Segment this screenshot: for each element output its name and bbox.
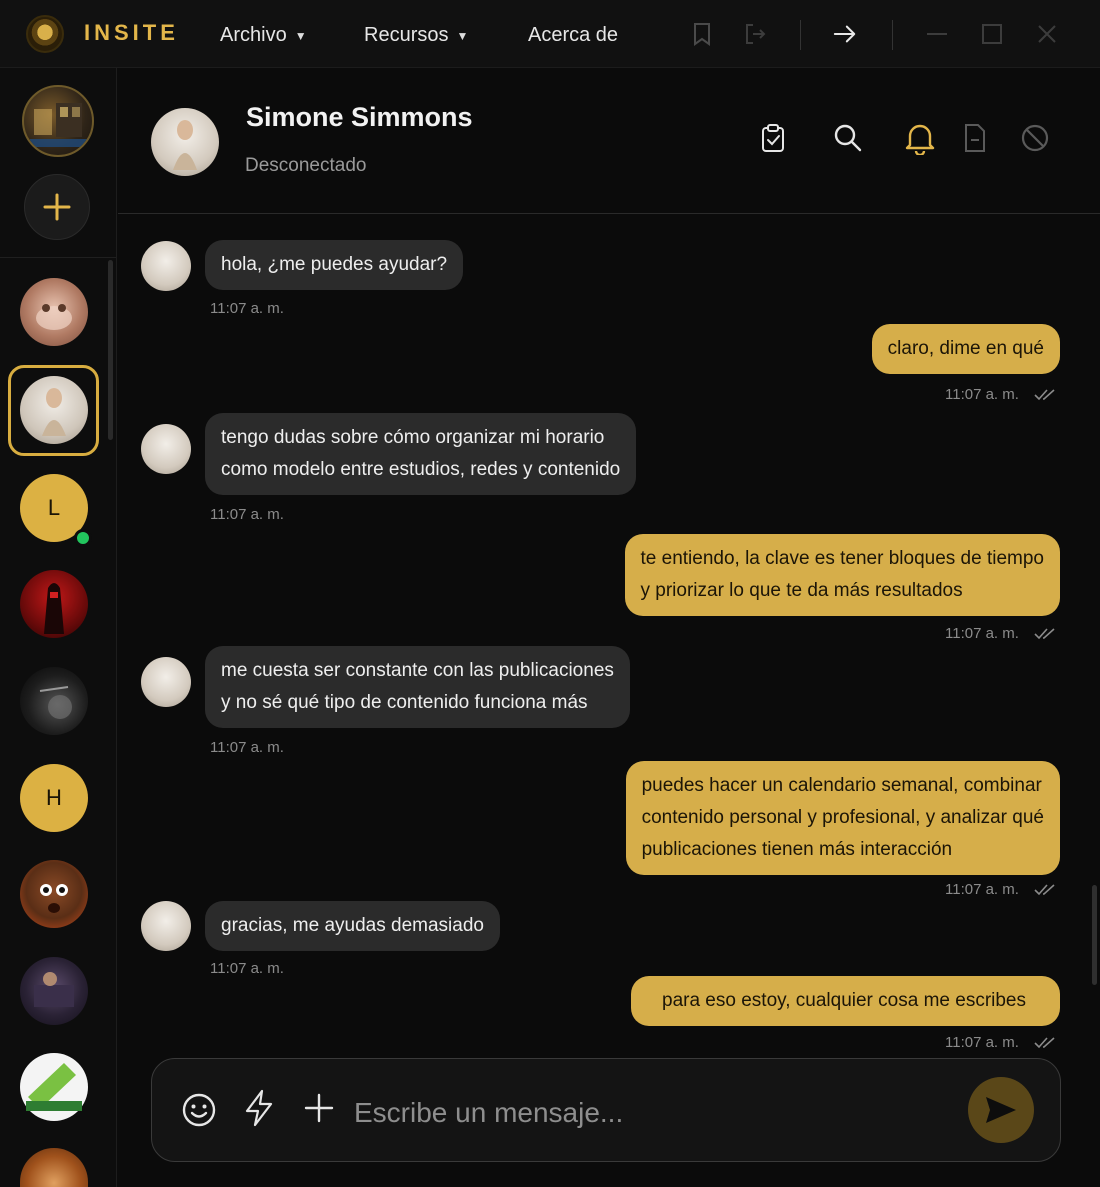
menu-acerca-de[interactable]: Acerca de (528, 24, 618, 47)
contact-avatar-7[interactable] (20, 860, 88, 928)
message-line: gracias, me ayudas demasiado (221, 915, 484, 936)
message-line: como modelo entre estudios, redes y cont… (221, 459, 621, 480)
search-icon[interactable] (832, 122, 864, 154)
message-time: 11:07 a. m. (210, 300, 284, 317)
app-logo-icon (26, 15, 64, 53)
rail-scrollbar[interactable] (108, 260, 113, 440)
menu-acerca-de-label: Acerca de (528, 24, 619, 46)
message-line: tengo dudas sobre cómo organizar mi hora… (221, 427, 605, 448)
close-icon[interactable] (1035, 22, 1059, 46)
caret-down-icon: ▼ (456, 28, 469, 43)
message-time: 11:07 a. m. (945, 881, 1019, 898)
add-contact-button[interactable] (24, 174, 90, 240)
message-time: 11:07 a. m. (945, 1034, 1019, 1051)
contact-avatar-2-selected[interactable] (20, 376, 88, 444)
contact-avatar-4[interactable] (20, 570, 88, 638)
emoji-icon[interactable] (180, 1091, 218, 1129)
contact-avatar-h[interactable]: H (20, 764, 88, 832)
contact-avatar-8[interactable] (20, 957, 88, 1025)
message-time: 11:07 a. m. (945, 625, 1019, 642)
message-time: 11:07 a. m. (210, 506, 284, 523)
message-time: 11:07 a. m. (945, 386, 1019, 403)
my-profile-avatar[interactable] (22, 85, 94, 157)
menu-recursos-label: Recursos (364, 24, 449, 46)
message-line: y priorizar lo que te da más resultados (640, 580, 963, 601)
online-status-indicator (74, 529, 92, 547)
message-line: y no sé qué tipo de contenido funciona m… (221, 692, 588, 713)
contact-header-avatar[interactable] (151, 108, 219, 176)
message-bubble-outgoing[interactable]: claro, dime en qué (871, 324, 1060, 374)
lightning-icon[interactable] (240, 1089, 278, 1127)
message-line: te entiendo, la clave es tener bloques d… (640, 548, 1045, 569)
chat-header: Simone Simmons Desconectado (118, 68, 1100, 214)
plus-icon[interactable] (300, 1089, 338, 1127)
maximize-icon[interactable] (980, 22, 1004, 46)
message-input[interactable] (354, 1093, 934, 1133)
message-bubble-incoming[interactable]: gracias, me ayudas demasiado (205, 901, 500, 951)
sender-avatar (141, 241, 191, 291)
message-line: para eso estoy, cualquier cosa me escrib… (662, 990, 1026, 1011)
sender-avatar (141, 901, 191, 951)
rail-header (0, 68, 116, 258)
caret-down-icon: ▼ (294, 28, 307, 43)
contact-avatar-5[interactable] (20, 667, 88, 735)
message-time: 11:07 a. m. (210, 960, 284, 977)
sender-avatar (141, 424, 191, 474)
app-brand-name: INSITE (84, 20, 179, 45)
message-bubble-incoming[interactable]: hola, ¿me puedes ayudar? (205, 240, 464, 290)
plus-icon (43, 193, 71, 221)
double-check-icon (1034, 1037, 1055, 1049)
message-list[interactable]: hola, ¿me puedes ayudar? 11:07 a. m. cla… (118, 215, 1100, 1055)
clipboard-check-icon[interactable] (757, 122, 789, 154)
contact-avatar-1[interactable] (20, 278, 88, 346)
contact-letter: H (46, 785, 62, 810)
bookmark-icon[interactable] (690, 22, 714, 46)
arrow-right-icon[interactable] (833, 22, 857, 46)
document-icon[interactable] (959, 122, 991, 154)
contact-status: Desconectado (245, 155, 367, 176)
message-composer (151, 1058, 1061, 1162)
send-button[interactable] (968, 1077, 1034, 1143)
double-check-icon (1034, 884, 1055, 896)
menu-archivo-label: Archivo (220, 24, 287, 46)
logout-icon[interactable] (743, 22, 767, 46)
message-line: contenido personal y profesional, y anal… (641, 807, 1044, 828)
block-icon[interactable] (1019, 122, 1051, 154)
message-time: 11:07 a. m. (210, 739, 284, 756)
message-bubble-outgoing[interactable]: te entiendo, la clave es tener bloques d… (624, 534, 1060, 616)
message-line: me cuesta ser constante con las publicac… (221, 660, 614, 681)
contact-letter: L (47, 495, 61, 520)
message-line: hola, ¿me puedes ayudar? (221, 254, 448, 275)
message-line: publicaciones tienen más interacción (641, 839, 953, 860)
contact-name: Simone Simmons (246, 102, 473, 132)
message-line: puedes hacer un calendario semanal, comb… (641, 775, 1042, 796)
title-separator (892, 20, 893, 50)
minimize-icon[interactable] (925, 22, 949, 46)
message-bubble-outgoing[interactable]: puedes hacer un calendario semanal, comb… (625, 761, 1060, 875)
message-line: claro, dime en qué (887, 338, 1044, 359)
notification-bell-icon[interactable] (904, 122, 936, 155)
contact-avatar-9[interactable] (20, 1053, 88, 1121)
message-bubble-outgoing[interactable]: para eso estoy, cualquier cosa me escrib… (631, 976, 1060, 1026)
double-check-icon (1034, 389, 1055, 401)
title-separator (800, 20, 801, 50)
title-bar: INSITE Archivo ▼ Recursos ▼ Acerca de (0, 0, 1100, 68)
message-bubble-incoming[interactable]: tengo dudas sobre cómo organizar mi hora… (205, 413, 637, 495)
double-check-icon (1034, 628, 1055, 640)
message-bubble-incoming[interactable]: me cuesta ser constante con las publicac… (205, 646, 630, 728)
send-icon (986, 1097, 1016, 1123)
sender-avatar (141, 657, 191, 707)
messages-scrollbar[interactable] (1092, 885, 1097, 985)
menu-recursos[interactable]: Recursos ▼ (364, 24, 468, 47)
menu-archivo[interactable]: Archivo ▼ (220, 24, 307, 47)
